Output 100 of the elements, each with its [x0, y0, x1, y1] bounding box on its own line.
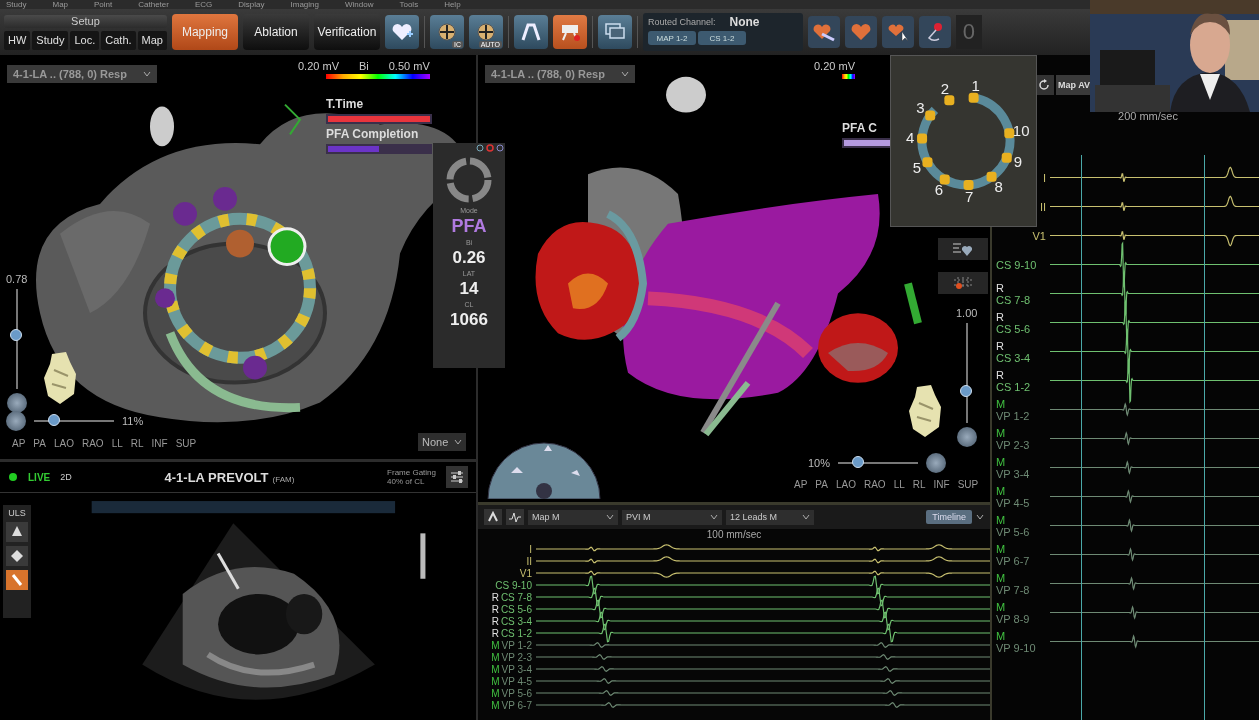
menu-item[interactable]: Help: [444, 0, 461, 9]
menu-item[interactable]: Study: [6, 0, 27, 9]
slider-thumb[interactable]: [47, 414, 60, 426]
menu-item[interactable]: Window: [345, 0, 374, 9]
channel-label: V1: [519, 567, 532, 579]
tool-button[interactable]: [484, 509, 502, 525]
map-tool-button[interactable]: [844, 16, 877, 48]
channel-dropdown[interactable]: PVI M: [622, 509, 722, 525]
channel-label: CS 3-4: [500, 615, 532, 627]
overlay-dropdown[interactable]: None: [418, 433, 466, 451]
plane-icon: [10, 549, 24, 563]
ultrasound-tool[interactable]: [6, 522, 28, 542]
menu-item[interactable]: Catheter: [138, 0, 169, 9]
tool-window-button[interactable]: [938, 272, 988, 294]
view-link[interactable]: PA: [815, 479, 828, 490]
view-link[interactable]: RAO: [863, 479, 886, 490]
ultrasound-tool[interactable]: [6, 546, 28, 566]
channel-label: CS 1-2: [996, 380, 1031, 393]
map-dropdown[interactable]: 4-1-LA .. (788, 0) Resp: [7, 65, 157, 83]
channel-button[interactable]: MAP 1-2: [647, 31, 696, 45]
channel-button[interactable]: CS 1-2: [697, 31, 746, 45]
sliders-icon: [450, 471, 464, 483]
map-tool-button[interactable]: [918, 16, 951, 48]
settings-button[interactable]: [446, 466, 468, 488]
sweep-speed: 100 mm/sec: [706, 529, 762, 542]
electrode-icon: [922, 157, 933, 168]
view-link[interactable]: LAO: [53, 438, 74, 449]
view-link[interactable]: AP: [12, 438, 26, 449]
menu-item[interactable]: Imaging: [290, 0, 319, 9]
map-tool-button[interactable]: [881, 16, 914, 48]
menu-item[interactable]: Map: [52, 0, 69, 9]
electrode-label: 5: [912, 159, 922, 177]
view-link[interactable]: RAO: [81, 438, 104, 449]
view-link[interactable]: AP: [794, 479, 808, 490]
channel-tag: M: [491, 675, 500, 687]
view-link[interactable]: PA: [33, 438, 46, 449]
legend-label: T.Time: [326, 97, 365, 111]
rotate-button[interactable]: [926, 453, 947, 473]
zoom-reading: 11%: [122, 415, 144, 427]
timeline-button[interactable]: Timeline: [926, 510, 972, 524]
tool-button[interactable]: [513, 15, 548, 49]
tool-window-button[interactable]: [938, 238, 988, 260]
setup-tab[interactable]: Cath.: [101, 30, 136, 50]
channel-dropdown[interactable]: 12 Leads M: [726, 509, 814, 525]
channel-label: I: [529, 543, 532, 555]
menu-item[interactable]: Display: [238, 0, 265, 9]
view-link[interactable]: SUP: [957, 479, 979, 490]
view-link[interactable]: LL: [893, 479, 905, 490]
menu-item[interactable]: ECG: [194, 0, 213, 9]
channel-tag: M: [996, 484, 1006, 497]
channel-label: VP 3-4: [996, 467, 1030, 480]
tool-button[interactable]: [384, 15, 419, 49]
electrode-icon: [925, 110, 936, 121]
channel-label: VP 9-10: [996, 641, 1036, 654]
grid-icon: [952, 275, 974, 291]
view-link[interactable]: RL: [130, 438, 144, 449]
reset-button[interactable]: [956, 427, 977, 447]
channel-tag: M: [996, 600, 1006, 613]
channel-dropdown[interactable]: Map M: [528, 509, 618, 525]
channel-label: I: [1042, 171, 1046, 184]
slider-thumb[interactable]: [9, 328, 22, 341]
menu-item[interactable]: Tools: [399, 0, 419, 9]
readout-value: 14: [459, 279, 479, 299]
map-tool-button[interactable]: [807, 16, 840, 48]
tool-button[interactable]: [597, 15, 632, 49]
reset-button[interactable]: [6, 393, 27, 413]
slider-thumb[interactable]: [959, 384, 972, 397]
rotate-button[interactable]: [6, 411, 26, 431]
map-av-button[interactable]: Map AV: [1056, 75, 1092, 95]
view-link[interactable]: RL: [912, 479, 926, 490]
title-suffix: (FAM): [272, 474, 295, 484]
menu-item[interactable]: Point: [94, 0, 113, 9]
map-dropdown[interactable]: 4-1-LA .. (788, 0) Resp: [485, 65, 635, 83]
channel-label: VP 3-4: [501, 663, 532, 675]
workflow-tab[interactable]: Mapping: [171, 14, 238, 50]
view-link[interactable]: INF: [151, 438, 168, 449]
progress-ring-icon: [444, 155, 494, 205]
channel-label: II: [1039, 200, 1046, 213]
channel-label: VP 4-5: [996, 496, 1030, 509]
setup-tab[interactable]: HW: [4, 30, 31, 50]
view-link[interactable]: LAO: [835, 479, 856, 490]
channel-label: CS 5-6: [500, 603, 532, 615]
tool-button[interactable]: [506, 509, 524, 525]
electrode-icon: [1004, 128, 1015, 139]
setup-header: Setup: [4, 14, 167, 28]
caret-icon: [802, 514, 810, 520]
view-link[interactable]: INF: [933, 479, 950, 490]
slider-thumb[interactable]: [851, 456, 864, 468]
tool-button[interactable]: [552, 15, 587, 49]
gating-label: Frame Gating: [387, 468, 436, 477]
channel-tag: R: [491, 615, 499, 627]
heart-arrow-icon: [811, 22, 836, 42]
view-link[interactable]: LL: [111, 438, 123, 449]
setup-tab[interactable]: Loc.: [70, 30, 100, 50]
electrode-label: 10: [1012, 122, 1030, 140]
view-link[interactable]: SUP: [175, 438, 197, 449]
setup-tab[interactable]: Study: [32, 30, 69, 50]
channel-tag: M: [491, 663, 500, 675]
pointer-icon: [487, 511, 499, 523]
setup-tab[interactable]: Map: [137, 30, 167, 50]
